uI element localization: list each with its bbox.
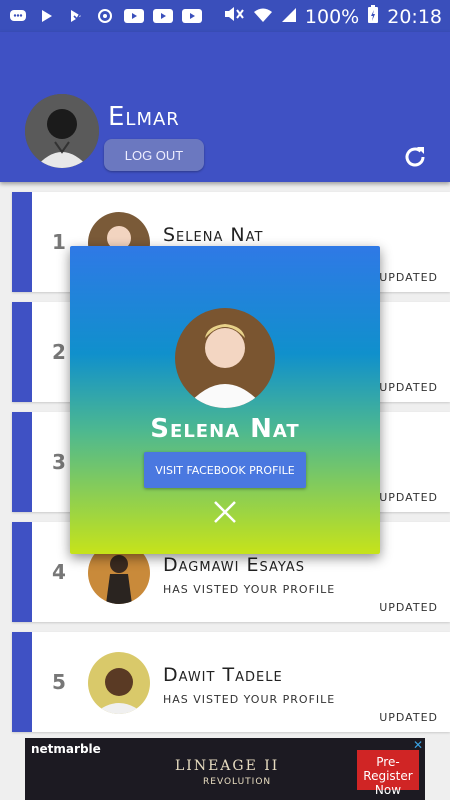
chat-icon — [8, 6, 28, 26]
signal-icon — [281, 6, 297, 28]
ad-title: LINEAGE II — [175, 758, 280, 774]
accent-bar — [12, 192, 32, 292]
visitor-name: Selena Nat — [163, 224, 264, 246]
accent-bar — [12, 632, 32, 732]
clock: 20:18 — [387, 5, 442, 28]
rank-number: 2 — [52, 340, 66, 364]
updated-label: UPDATED — [379, 711, 438, 724]
visitor-name: Dawit Tadele — [163, 664, 283, 686]
popup-name: Selena Nat — [150, 414, 300, 444]
mute-icon — [223, 5, 245, 28]
visitor-avatar — [88, 652, 150, 714]
youtube-icon — [124, 6, 144, 26]
play-store-icon — [37, 6, 57, 26]
sync-icon — [95, 6, 115, 26]
accent-bar — [12, 522, 32, 622]
ad-subtitle: REVOLUTION — [203, 777, 272, 787]
youtube-icon — [182, 6, 202, 26]
visitor-status: HAS VISTED YOUR PROFILE — [163, 583, 336, 596]
updated-label: UPDATED — [379, 271, 438, 284]
battery-charging-icon — [367, 4, 379, 29]
ad-brand: netmarble — [31, 742, 101, 756]
system-tray: 100% 20:18 — [223, 4, 442, 29]
visitor-status: HAS VISTED YOUR PROFILE — [163, 693, 336, 706]
visit-facebook-button[interactable]: VISIT FACEBOOK PROFILE — [144, 452, 306, 488]
play-store-icon — [66, 6, 86, 26]
updated-label: UPDATED — [379, 601, 438, 614]
ad-banner[interactable]: netmarble LINEAGE II REVOLUTION Pre-Regi… — [25, 738, 425, 800]
accent-bar — [12, 302, 32, 402]
ad-cta-button[interactable]: Pre-Register Now — [357, 750, 419, 797]
visitor-name: Dagmawi Esayas — [163, 554, 305, 576]
profile-popup: Selena Nat VISIT FACEBOOK PROFILE — [70, 246, 380, 554]
logout-button[interactable]: LOG OUT — [104, 139, 204, 171]
battery-level: 100% — [304, 5, 360, 28]
rank-number: 1 — [52, 230, 66, 254]
accent-bar — [12, 412, 32, 512]
username: Elmar — [108, 102, 180, 132]
updated-label: UPDATED — [379, 491, 438, 504]
rank-number: 5 — [52, 670, 66, 694]
ad-close-icon[interactable]: ✕ — [411, 738, 425, 752]
rank-number: 4 — [52, 560, 66, 584]
popup-avatar — [175, 308, 275, 408]
youtube-icon — [153, 6, 173, 26]
notification-icons — [8, 6, 202, 26]
avatar[interactable] — [25, 94, 99, 168]
status-bar: 100% 20:18 — [0, 0, 450, 32]
rank-number: 3 — [52, 450, 66, 474]
profile-header: Elmar LOG OUT — [0, 32, 450, 182]
wifi-icon — [253, 6, 273, 28]
close-icon[interactable] — [211, 498, 239, 526]
refresh-icon[interactable] — [400, 142, 430, 172]
list-item[interactable]: 5 Dawit Tadele HAS VISTED YOUR PROFILE U… — [12, 632, 450, 732]
updated-label: UPDATED — [379, 381, 438, 394]
